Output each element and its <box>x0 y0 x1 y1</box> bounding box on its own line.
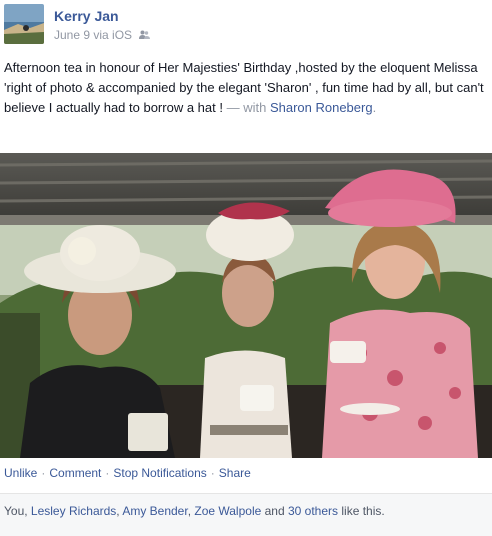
likes-suffix: like this. <box>338 504 385 518</box>
people-icon[interactable] <box>139 29 151 43</box>
with-label: — with <box>226 100 267 115</box>
likes-prefix: You, <box>4 504 31 518</box>
author-name[interactable]: Kerry Jan <box>54 8 119 24</box>
likes-and: and <box>261 504 288 518</box>
share-link[interactable]: Share <box>219 466 251 480</box>
stop-notifications-link[interactable]: Stop Notifications <box>113 466 206 480</box>
comment-link[interactable]: Comment <box>49 466 101 480</box>
post-via: via iOS <box>93 28 133 42</box>
likes-summary: You, Lesley Richards, Amy Bender, Zoe Wa… <box>4 504 385 518</box>
others-link[interactable]: 30 others <box>288 504 338 518</box>
post-photo[interactable] <box>0 153 492 458</box>
post-actions: Unlike · Comment · Stop Notifications · Share <box>4 466 251 480</box>
tagged-friend-link[interactable]: Sharon Roneberg <box>270 100 373 115</box>
facebook-post: Kerry Jan June 9 via iOS Afternoon tea i… <box>0 0 492 536</box>
post-header: Kerry Jan June 9 via iOS <box>4 4 484 44</box>
separator: · <box>210 466 215 480</box>
separator: · <box>105 466 110 480</box>
avatar[interactable] <box>4 4 44 44</box>
tagged-end: . <box>372 100 377 115</box>
post-text: Afternoon tea in honour of Her Majesties… <box>4 58 488 118</box>
separator: · <box>41 466 46 480</box>
post-meta: June 9 via iOS <box>54 28 151 43</box>
liker-link[interactable]: Zoe Walpole <box>194 504 261 518</box>
unlike-link[interactable]: Unlike <box>4 466 37 480</box>
liker-link[interactable]: Lesley Richards <box>31 504 116 518</box>
liker-link[interactable]: Amy Bender <box>122 504 187 518</box>
post-date[interactable]: June 9 <box>54 28 90 42</box>
likes-bar: You, Lesley Richards, Amy Bender, Zoe Wa… <box>0 493 492 536</box>
